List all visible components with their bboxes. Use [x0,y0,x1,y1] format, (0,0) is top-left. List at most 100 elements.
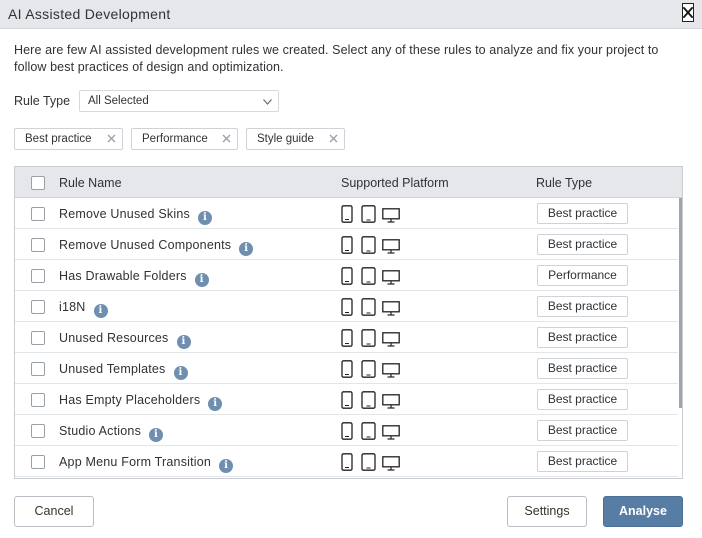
row-checkbox[interactable] [31,362,45,376]
analyse-button[interactable]: Analyse [603,496,683,527]
rule-type-badge: Best practice [537,420,628,441]
rule-name-cell: Has Drawable Folders i [59,269,209,287]
mobile-phone-icon [341,267,353,285]
table-header: Rule Name Supported Platform Rule Type [15,167,682,198]
mobile-phone-icon [341,422,353,440]
filter-chip-label: Style guide [257,133,314,145]
table-row[interactable]: i18N i Best practice [15,291,678,322]
tablet-icon [361,422,376,440]
table-scrollbar[interactable] [679,198,682,408]
info-icon[interactable]: i [149,428,164,442]
rule-name-cell: Remove Unused Skins i [59,207,212,225]
info-icon[interactable]: i [194,273,209,287]
table-row[interactable]: Unused Templates i Best practice [15,353,678,384]
dialog-title: AI Assisted Development [8,6,171,22]
row-checkbox[interactable] [31,393,45,407]
rule-name: Unused Resources [59,331,169,345]
tablet-icon [361,329,376,347]
rule-type-badge: Best practice [537,203,628,224]
rule-type-badge: Best practice [537,296,628,317]
rule-name: Remove Unused Skins [59,207,190,221]
filter-chip-label: Performance [142,133,208,145]
chevron-down-icon [263,99,272,105]
filter-chip: Style guide [246,128,345,150]
mobile-phone-icon [341,298,353,316]
tablet-icon [361,298,376,316]
table-row[interactable]: App Menu Form Transition i Best practice [15,446,678,477]
desktop-icon [382,301,400,316]
mobile-phone-icon [341,453,353,471]
rule-type-badge: Best practice [537,358,628,379]
rule-type-label: Rule Type [14,94,71,108]
remove-chip-icon[interactable] [222,134,231,143]
desktop-icon [382,332,400,347]
rule-type-badge: Best practice [537,327,628,348]
row-checkbox[interactable] [31,331,45,345]
rule-name-cell: Studio Actions i [59,424,164,442]
cancel-button[interactable]: Cancel [14,496,94,527]
desktop-icon [382,363,400,378]
mobile-phone-icon [341,205,353,223]
row-checkbox[interactable] [31,424,45,438]
info-icon[interactable]: i [239,242,254,256]
rule-name-cell: Unused Templates i [59,362,188,380]
rule-name-cell: i18N i [59,300,108,318]
remove-chip-icon[interactable] [107,134,116,143]
desktop-icon [382,456,400,471]
close-button[interactable] [682,3,694,22]
select-all-checkbox[interactable] [31,176,45,190]
close-icon [683,7,693,18]
rule-name: Remove Unused Components [59,238,232,252]
row-checkbox[interactable] [31,238,45,252]
mobile-phone-icon [341,360,353,378]
rule-type-badge: Best practice [537,389,628,410]
info-icon[interactable]: i [93,304,108,318]
intro-text: Here are few AI assisted development rul… [14,43,659,74]
rule-name: Has Drawable Folders [59,269,187,283]
mobile-phone-icon [341,236,353,254]
rule-type-badge: Best practice [537,451,628,472]
table-row[interactable]: Has Drawable Folders i Performance [15,260,678,291]
rule-name: i18N [59,300,86,314]
header-rule-type: Rule Type [536,176,593,190]
tablet-icon [361,453,376,471]
rule-type-badge: Best practice [537,234,628,255]
desktop-icon [382,425,400,440]
settings-button[interactable]: Settings [507,496,587,527]
row-checkbox[interactable] [31,207,45,221]
dialog-titlebar: AI Assisted Development [0,0,702,29]
row-checkbox[interactable] [31,455,45,469]
rule-type-selected-value: All Selected [88,95,149,107]
tablet-icon [361,360,376,378]
info-icon[interactable]: i [197,211,212,225]
header-rule-name: Rule Name [59,176,122,190]
info-icon[interactable]: i [176,335,191,349]
mobile-phone-icon [341,329,353,347]
row-checkbox[interactable] [31,269,45,283]
row-checkbox[interactable] [31,300,45,314]
mobile-phone-icon [341,391,353,409]
desktop-icon [382,394,400,409]
table-row[interactable]: Remove Unused Skins i Best practice [15,198,678,229]
table-row[interactable]: Unused Resources i Best practice [15,322,678,353]
filter-chip-label: Best practice [25,133,92,145]
tablet-icon [361,205,376,223]
table-row[interactable]: Has Empty Placeholders i Best practice [15,384,678,415]
rule-type-select[interactable]: All Selected [79,90,279,112]
info-icon[interactable]: i [208,397,223,411]
desktop-icon [382,270,400,285]
desktop-icon [382,239,400,254]
rule-name-cell: Has Empty Placeholders i [59,393,223,411]
rule-name: Studio Actions [59,424,142,438]
remove-chip-icon[interactable] [329,134,338,143]
rule-name-cell: App Menu Form Transition i [59,455,234,473]
table-row[interactable]: Studio Actions i Best practice [15,415,678,446]
desktop-icon [382,208,400,223]
rule-name-cell: Unused Resources i [59,331,191,349]
tablet-icon [361,236,376,254]
table-row[interactable]: Remove Unused Components i Best practice [15,229,678,260]
filter-chip: Performance [131,128,238,150]
info-icon[interactable]: i [219,459,234,473]
tablet-icon [361,391,376,409]
info-icon[interactable]: i [173,366,188,380]
